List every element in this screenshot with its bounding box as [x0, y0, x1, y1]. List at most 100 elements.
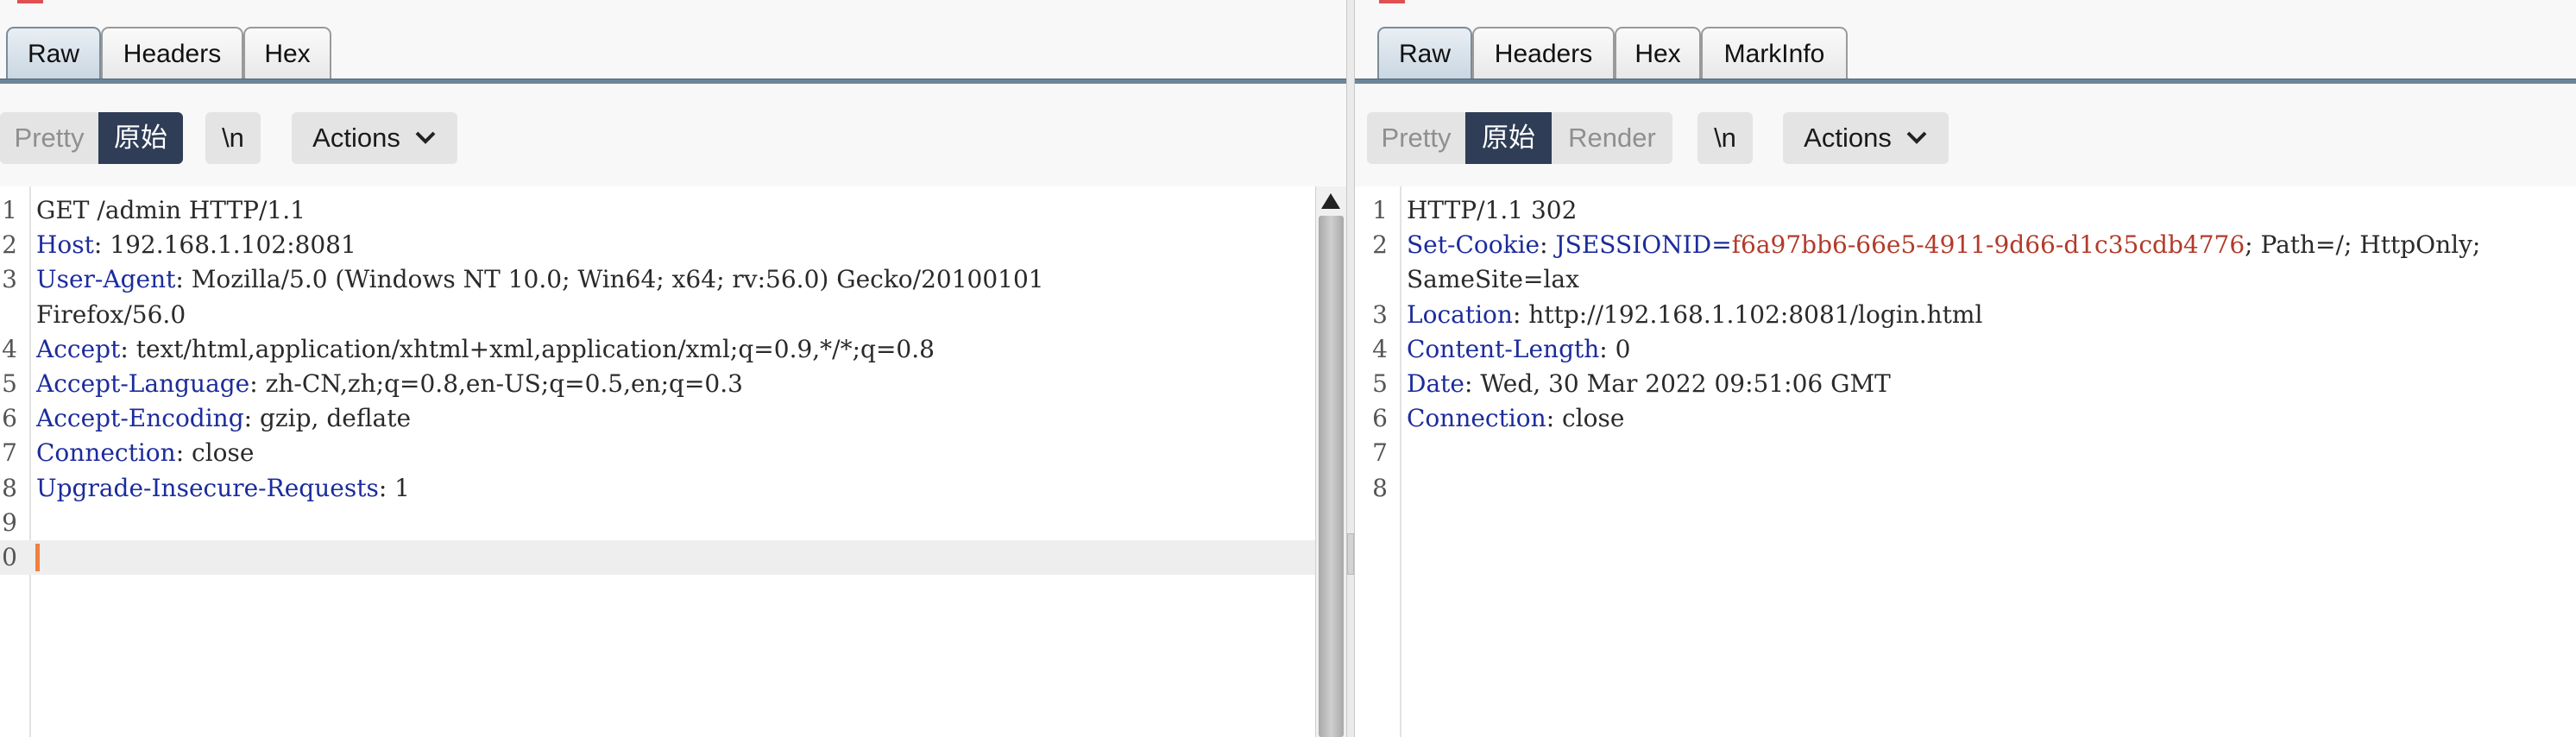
response-tab-hex[interactable]: Hex [1615, 27, 1701, 80]
code-line[interactable]: 4 Accept: text/html,application/xhtml+xml… [0, 332, 1346, 367]
header-value: text/html,application/xhtml+xml,applicat… [135, 334, 935, 363]
code-line[interactable]: 5 Accept-Language: zh-CN,zh;q=0.8,en-US;q… [0, 367, 1346, 401]
header-value: HTTP/1.1 302 [1407, 196, 1578, 224]
response-tab-headers[interactable]: Headers [1472, 27, 1615, 80]
code-line[interactable]: 2 Host: 192.168.1.102:8081 [0, 228, 1346, 262]
line-text: SameSite=lax [1407, 262, 1579, 297]
request-tab-headers[interactable]: Headers [101, 27, 243, 80]
code-line[interactable]: 3 Location: http://192.168.1.102:8081/log… [1355, 298, 2576, 332]
line-number: 5 [1372, 369, 1388, 398]
scroll-up-arrow-icon[interactable] [1321, 193, 1340, 209]
line-number: 5 [2, 369, 17, 398]
request-toolbar [0, 85, 1346, 186]
header-value: SameSite=lax [1407, 265, 1579, 294]
http-message-viewer: Raw Headers Hex Pretty 原始 \n Actions 1 GE… [0, 0, 2576, 737]
response-pretty-toggle[interactable]: Pretty [1367, 112, 1465, 164]
line-number: 2 [1372, 230, 1388, 260]
header-value: 0 [1615, 334, 1631, 363]
code-line[interactable]: 0 [0, 540, 1346, 575]
header-separator: : [378, 473, 395, 502]
request-tab-raw[interactable]: Raw [6, 27, 101, 80]
header-value: Wed, 30 Mar 2022 09:51:06 GMT [1480, 369, 1891, 398]
request-tab-hex[interactable]: Hex [243, 27, 331, 80]
line-text: Host: 192.168.1.102:8081 [36, 228, 356, 262]
response-tab-raw[interactable]: Raw [1377, 27, 1472, 80]
code-line[interactable]: 3 User-Agent: Mozilla/5.0 (Windows NT 10.… [0, 262, 1346, 297]
line-number: 4 [2, 334, 17, 363]
header-separator: : [1546, 404, 1563, 433]
code-line[interactable]: 7 [1355, 436, 2576, 470]
tab-bar-divider [0, 79, 1346, 84]
code-line[interactable]: 9 [0, 506, 1346, 540]
request-editor[interactable]: 1 GET /admin HTTP/1.1 2 Host: 192.168.1.102… [0, 186, 1346, 737]
line-number: 6 [1372, 404, 1388, 433]
code-line[interactable]: 8 [1355, 471, 2576, 506]
header-name: Set-Cookie [1407, 230, 1540, 260]
line-number: 6 [2, 404, 17, 433]
header-separator: : [249, 369, 266, 398]
line-text: GET /admin HTTP/1.1 [36, 193, 305, 228]
header-name: Connection [36, 438, 176, 468]
header-value: http://192.168.1.102:8081/login.html [1528, 299, 1983, 329]
request-panel: Raw Headers Hex Pretty 原始 \n Actions 1 GE… [0, 0, 1346, 737]
code-line[interactable]: 1 GET /admin HTTP/1.1 [0, 193, 1346, 228]
splitter-grip[interactable] [1347, 533, 1354, 575]
line-number: 1 [1372, 196, 1388, 224]
code-line[interactable]: SameSite=lax [1355, 262, 2576, 297]
line-text: Accept-Encoding: gzip, deflate [36, 401, 411, 436]
code-line[interactable]: 2 Set-Cookie: JSESSIONID=f6a97bb6-66e5-49… [1355, 228, 2576, 262]
request-raw-toggle[interactable]: 原始 [98, 112, 183, 164]
line-number: 8 [2, 473, 17, 502]
request-pretty-toggle[interactable]: Pretty [0, 112, 98, 164]
line-text: Accept-Language: zh-CN,zh;q=0.8,en-US;q=… [36, 367, 743, 401]
response-raw-toggle[interactable]: 原始 [1465, 112, 1552, 164]
header-name: Upgrade-Insecure-Requests [36, 473, 379, 502]
request-vertical-scrollbar[interactable] [1315, 186, 1346, 737]
header-value: close [1562, 404, 1625, 433]
header-name: Accept [36, 334, 121, 363]
cookie-name: JSESSIONID [1555, 230, 1712, 260]
header-separator: : [175, 438, 192, 468]
line-number: 0 [2, 543, 17, 571]
header-separator: : [243, 404, 260, 433]
line-text: Content-Length: 0 [1407, 332, 1630, 367]
response-editor[interactable]: 1 HTTP/1.1 302 2 Set-Cookie: JSESSIONID=f6a… [1355, 186, 2576, 737]
response-newline-toggle[interactable]: \n [1697, 112, 1753, 164]
code-line[interactable]: 7 Connection: close [0, 436, 1346, 470]
cookie-value: f6a97bb6-66e5-4911-9d66-d1c35cdb4776 [1731, 230, 2245, 260]
line-number: 7 [1372, 438, 1388, 468]
code-line[interactable]: 6 Connection: close [1355, 401, 2576, 436]
line-text: Connection: close [1407, 401, 1624, 436]
request-actions-label: Actions [312, 123, 400, 153]
line-text: Firefox/56.0 [36, 298, 186, 332]
code-line[interactable]: 5 Date: Wed, 30 Mar 2022 09:51:06 GMT [1355, 367, 2576, 401]
response-tab-bar: Raw Headers Hex MarkInfo [1355, 0, 2576, 85]
scrollbar-thumb[interactable] [1319, 216, 1344, 737]
header-name: Connection [1407, 404, 1546, 433]
header-name: Accept-Language [36, 369, 250, 398]
response-render-toggle[interactable]: Render [1552, 112, 1672, 164]
line-number: 3 [1372, 299, 1388, 329]
header-separator: : [1464, 369, 1481, 398]
line-text: Set-Cookie: JSESSIONID=f6a97bb6-66e5-491… [1407, 228, 2480, 262]
code-line[interactable]: 1 HTTP/1.1 302 [1355, 193, 2576, 228]
request-newline-toggle[interactable]: \n [205, 112, 261, 164]
response-actions-button[interactable]: Actions [1783, 112, 1949, 164]
code-line[interactable]: Firefox/56.0 [0, 298, 1346, 332]
line-number: 3 [2, 265, 17, 294]
header-value: GET /admin HTTP/1.1 [36, 196, 305, 224]
response-tab-markinfo[interactable]: MarkInfo [1701, 27, 1848, 80]
line-number: 1 [2, 196, 17, 224]
code-line[interactable]: 4 Content-Length: 0 [1355, 332, 2576, 367]
code-line[interactable]: 8 Upgrade-Insecure-Requests: 1 [0, 471, 1346, 506]
header-name: User-Agent [36, 265, 176, 294]
header-name: Content-Length [1407, 334, 1600, 363]
line-text: User-Agent: Mozilla/5.0 (Windows NT 10.0… [36, 262, 1044, 297]
request-actions-button[interactable]: Actions [292, 112, 457, 164]
line-text: Upgrade-Insecure-Requests: 1 [36, 471, 410, 506]
code-line[interactable]: 6 Accept-Encoding: gzip, deflate [0, 401, 1346, 436]
response-actions-label: Actions [1804, 123, 1892, 153]
chevron-down-icon [415, 131, 436, 144]
header-name: Date [1407, 369, 1464, 398]
pane-splitter[interactable] [1346, 0, 1355, 737]
